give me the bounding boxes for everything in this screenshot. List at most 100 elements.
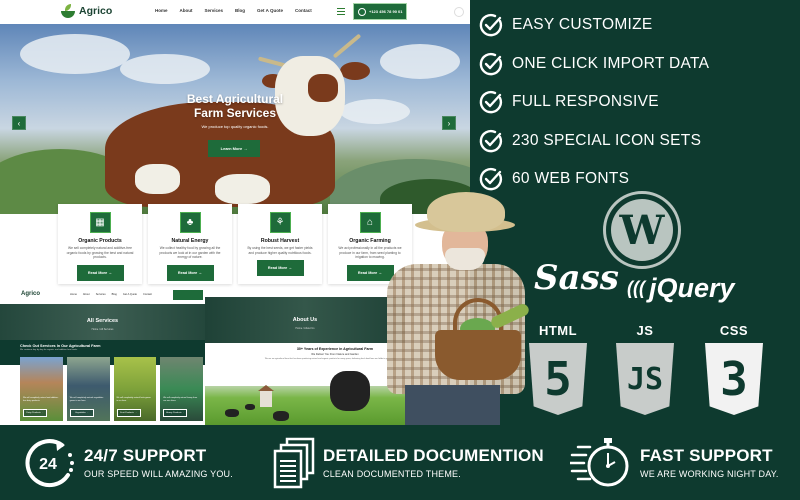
cow-image [330,371,370,411]
logo-basket-icon [60,4,76,18]
scroll-top-button[interactable] [454,7,464,17]
feature-item: EASY CUSTOMIZE [478,6,709,45]
farmer-beard [445,248,485,270]
read-more-button[interactable]: Read More → [166,264,214,281]
tech-label: HTML [538,323,578,338]
read-more-button[interactable]: Read More → [76,264,124,281]
css3-shield-icon: 3 [705,343,763,415]
straw-hat [427,192,505,232]
logo-text: Agrico [79,5,113,17]
feature-title: FAST SUPPORT [640,446,773,465]
feature-subtitle: OUR SPEED WILL AMAZING YOU. [84,469,233,479]
cow-image [225,409,239,417]
hero-title-line1: Best Agricultural [186,92,284,106]
sprout-soil-icon: ⚘ [269,212,291,233]
phone-button[interactable] [173,290,203,300]
hero-title: Best Agricultural Farm Services [170,92,300,120]
cow-horn [332,33,362,59]
service-image-cards: We sell completely natural and additive-… [20,357,203,421]
js-badge: JS JS [614,323,676,415]
nav-link[interactable]: Get A Quote [123,293,137,296]
check-circle-icon [479,129,503,153]
hero-slider: Best Agricultural Farm Services We produ… [0,24,470,214]
card-caption: We sell completely natural and additive-… [23,397,59,402]
cow-image [273,411,289,421]
read-more-button[interactable]: Read More → [256,260,304,276]
card-button[interactable]: Honey Products → [163,409,188,417]
nav-link[interactable]: Services [96,293,106,296]
hero-title-line2: Farm Services [193,106,277,120]
card-button[interactable]: Fruit Products → [116,409,141,417]
tech-label: JS [636,323,654,338]
feature-subtitle: CLEAN DOCUMENTED THEME. [323,469,461,479]
cow-ear [340,62,370,80]
site-navbar: Agrico Home About Services Blog Get A Qu… [0,0,470,24]
cloud [380,44,460,79]
hamburger-menu-icon[interactable] [337,8,345,15]
services-page-navbar: Agrico Home About Services Blog Get A Qu… [0,285,205,304]
features-list: EASY CUSTOMIZE ONE CLICK IMPORT DATA FUL… [478,6,709,199]
banner-title: All Services [86,318,119,324]
nav-link[interactable]: Contact [143,293,152,296]
produce-jars-icon: ▦ [89,212,111,233]
slider-prev-button[interactable]: ‹ [12,116,26,130]
site-logo[interactable]: Agrico [60,4,112,18]
feature-item: 230 SPECIAL ICON SETS [478,122,709,161]
card-title: Robust Harvest [260,238,300,244]
nav-link-services[interactable]: Services [205,8,224,13]
section-heading: Check Out Services In Our Agricultural F… [20,344,101,348]
shield-glyph: 3 [720,352,748,406]
phone-button[interactable]: +123 456 78 90 01 [353,3,407,20]
bottom-feature-bar: 24 24/7 SUPPORT OUR SPEED WILL AMAZING Y… [0,425,800,500]
service-image-card: We sell completely natural honey from ou… [160,357,203,421]
jquery-logo: ((( jQuery [627,273,735,304]
service-cards: ▦ Organic Products We sell completely na… [58,204,412,284]
nav-link[interactable]: Blog [112,293,117,296]
trees-icon: ♣ [179,212,201,233]
feature-label: EASY CUSTOMIZE [512,16,653,34]
farmer-jeans [405,385,500,425]
nav-link-about[interactable]: About [180,8,193,13]
services-page-preview: Agrico Home About Services Blog Get A Qu… [0,285,205,425]
jquery-swirl-icon: ((( [627,278,645,298]
nav-link[interactable]: About [83,293,90,296]
card-button[interactable]: Vegetables → [69,409,94,417]
sass-logo: Sass [534,258,619,298]
phone-number: +123 456 78 90 01 [369,9,403,14]
nav-link-blog[interactable]: Blog [235,8,245,13]
fast-support-feature: FAST SUPPORT WE ARE WORKING NIGHT DAY. [570,425,779,500]
html5-shield-icon: 5 [529,343,587,415]
hero-subtitle: We produce top quality organic foods. [201,124,269,129]
feature-label: 230 SPECIAL ICON SETS [512,131,702,149]
cloud [340,99,410,124]
stopwatch-icon [570,437,629,486]
card-button[interactable]: Dairy Products → [23,409,47,417]
nav-link-get-a-quote[interactable]: Get A Quote [257,8,283,13]
nav-link-contact[interactable]: Contact [295,8,312,13]
wordpress-icon: W [611,199,673,261]
tech-label: CSS [719,323,749,338]
feature-label: FULL RESPONSIVE [512,93,659,111]
learn-more-button[interactable]: Learn More → [208,140,260,157]
check-circle-icon [479,91,503,114]
nav-links: Home About Services Blog Get A Quote Con… [155,8,312,13]
nav-link-home[interactable]: Home [155,8,168,13]
service-image-card: We sell completely natural and additive-… [20,357,63,421]
check-circle-icon [479,52,503,76]
service-card: ⚘ Robust Harvest By using the best seeds… [238,204,322,284]
support-feature: 24 24/7 SUPPORT OUR SPEED WILL AMAZING Y… [22,425,233,500]
shield-glyph: 5 [544,352,572,406]
breadcrumb: Home / All Services [91,328,114,331]
js-shield-icon: JS [616,343,674,415]
slider-next-button[interactable]: › [442,116,456,130]
card-title: Organic Products [78,238,122,244]
headset-icon [358,7,366,16]
feature-item: FULL RESPONSIVE [478,83,709,122]
css3-badge: CSS 3 [703,323,765,415]
page-banner: All Services Home / All Services [0,304,205,340]
feature-label: ONE CLICK IMPORT DATA [512,54,710,72]
nav-link[interactable]: Home [70,293,77,296]
card-caption: We sell completely natural fruits grown … [116,397,151,402]
cow-head-patch [308,74,338,102]
check-circle-icon [479,14,503,37]
